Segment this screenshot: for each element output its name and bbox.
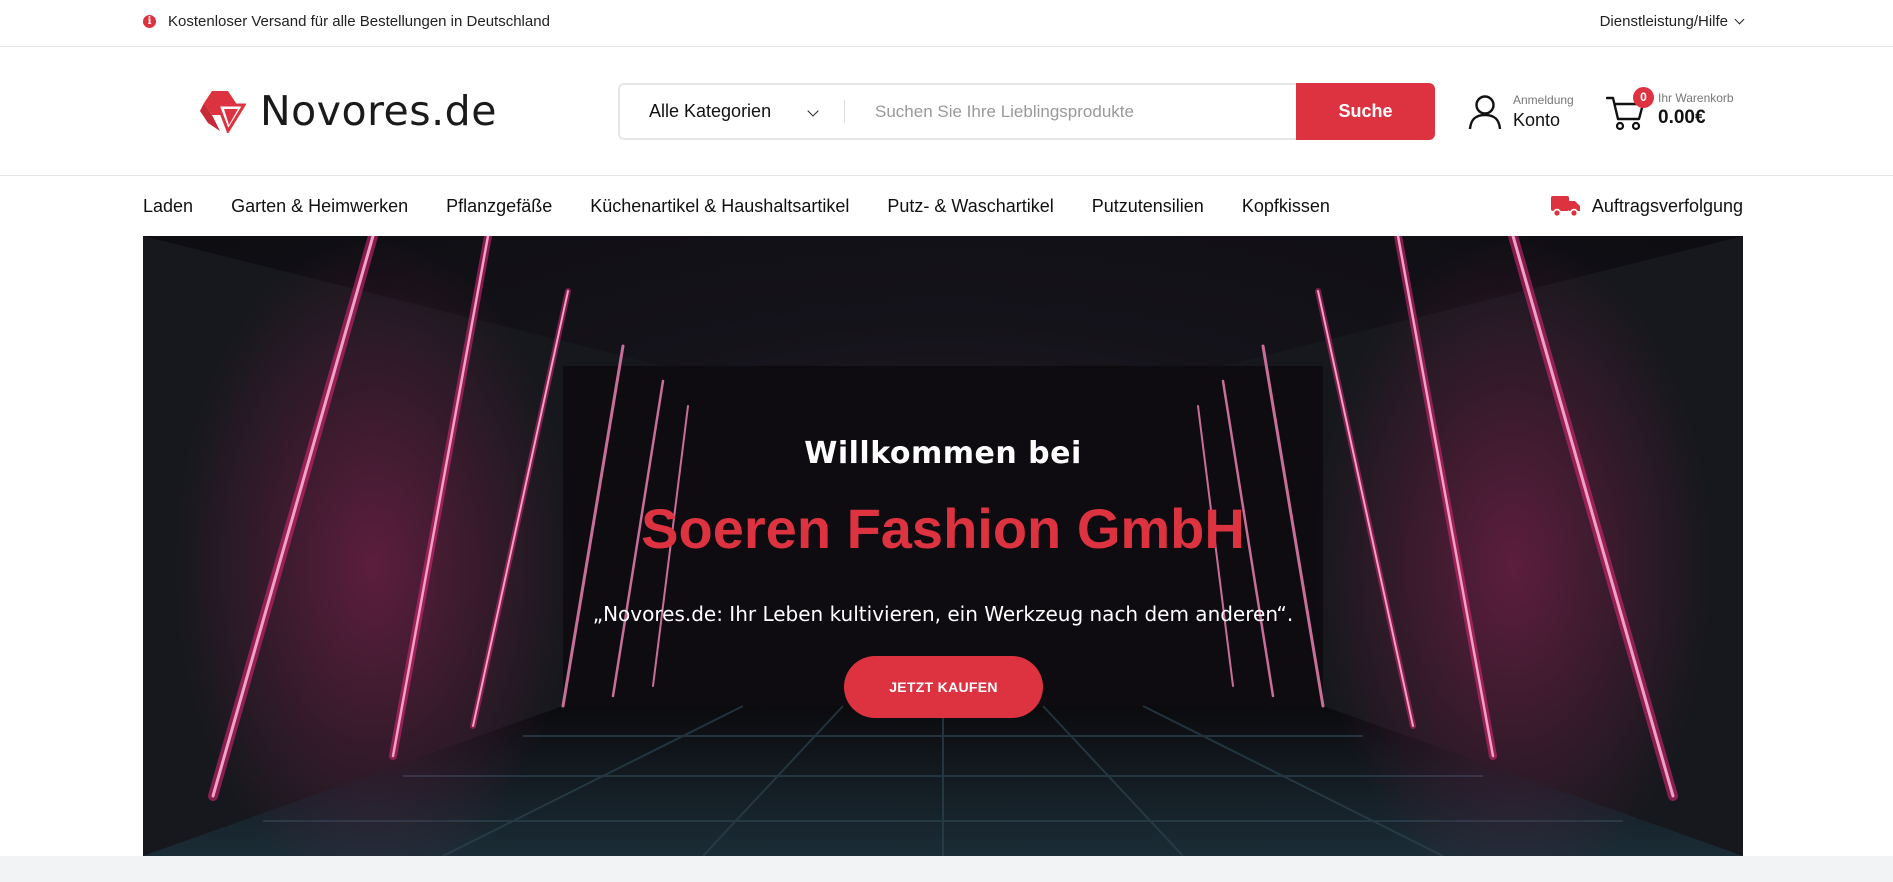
- hero-content: Willkommen bei Soeren Fashion GmbH „Novo…: [143, 236, 1743, 856]
- search-input[interactable]: [845, 85, 1296, 138]
- nav-item-laden[interactable]: Laden: [143, 196, 193, 217]
- account-label: Konto: [1513, 110, 1561, 130]
- page-bottom-strip: [0, 856, 1893, 882]
- chevron-down-icon: [1734, 14, 1745, 25]
- nav-item-garten[interactable]: Garten & Heimwerken: [231, 196, 408, 217]
- cart-small-label: Ihr Warenkorb: [1658, 91, 1734, 105]
- nav-item-putz-waschartikel[interactable]: Putz- & Waschartikel: [887, 196, 1053, 217]
- order-tracking-link[interactable]: Auftragsverfolgung: [1550, 194, 1743, 218]
- nav-menu: Laden Garten & Heimwerken Pflanzgefäße K…: [143, 196, 1368, 217]
- order-tracking-label: Auftragsverfolgung: [1591, 195, 1743, 216]
- hero-welcome: Willkommen bei: [804, 436, 1082, 471]
- cart-link[interactable]: 0 Ihr Warenkorb 0.00€: [1606, 87, 1734, 131]
- header: Novores.de Alle Kategorien Suche Anmeldu…: [0, 47, 1893, 176]
- hero-tagline: „Novores.de: Ihr Leben kultivieren, ein …: [592, 602, 1294, 626]
- info-icon: i: [143, 15, 156, 28]
- search-button[interactable]: Suche: [1296, 83, 1435, 140]
- help-menu-label: Dienstleistung/Hilfe: [1599, 13, 1728, 30]
- site-logo[interactable]: Novores.de: [198, 87, 497, 135]
- cart-total: 0.00€: [1658, 107, 1706, 128]
- logo-icon: [200, 91, 246, 133]
- nav-item-putzutensilien[interactable]: Putzutensilien: [1092, 196, 1204, 217]
- shop-now-button[interactable]: JETZT KAUFEN: [844, 656, 1043, 718]
- hero-banner: Willkommen bei Soeren Fashion GmbH „Novo…: [143, 236, 1743, 856]
- shipping-notice: i Kostenloser Versand für alle Bestellun…: [143, 13, 550, 30]
- help-menu[interactable]: Dienstleistung/Hilfe: [1599, 13, 1745, 30]
- nav-item-kopfkissen[interactable]: Kopfkissen: [1242, 196, 1330, 217]
- truck-icon: [1550, 196, 1580, 218]
- nav-item-kuechenartikel[interactable]: Küchenartikel & Haushaltsartikel: [590, 196, 849, 217]
- category-select-label: Alle Kategorien: [649, 101, 772, 121]
- chevron-down-icon: [807, 105, 819, 117]
- category-select[interactable]: Alle Kategorien: [620, 85, 844, 138]
- logo-text: Novores.de: [260, 87, 497, 135]
- hero-brand-title: Soeren Fashion GmbH: [641, 497, 1245, 560]
- account-small-label: Anmeldung: [1513, 93, 1574, 107]
- account-link[interactable]: Anmeldung Konto: [1468, 93, 1574, 131]
- cart-icon-wrap: 0: [1606, 87, 1654, 131]
- main-nav: Laden Garten & Heimwerken Pflanzgefäße K…: [0, 176, 1893, 236]
- user-icon: [1468, 95, 1502, 130]
- top-bar: i Kostenloser Versand für alle Bestellun…: [0, 0, 1893, 47]
- shipping-notice-text: Kostenloser Versand für alle Bestellunge…: [168, 13, 550, 30]
- nav-item-pflanzgefaesse[interactable]: Pflanzgefäße: [446, 196, 552, 217]
- search-bar: Alle Kategorien Suche: [618, 83, 1435, 140]
- cart-count-badge: 0: [1633, 87, 1654, 108]
